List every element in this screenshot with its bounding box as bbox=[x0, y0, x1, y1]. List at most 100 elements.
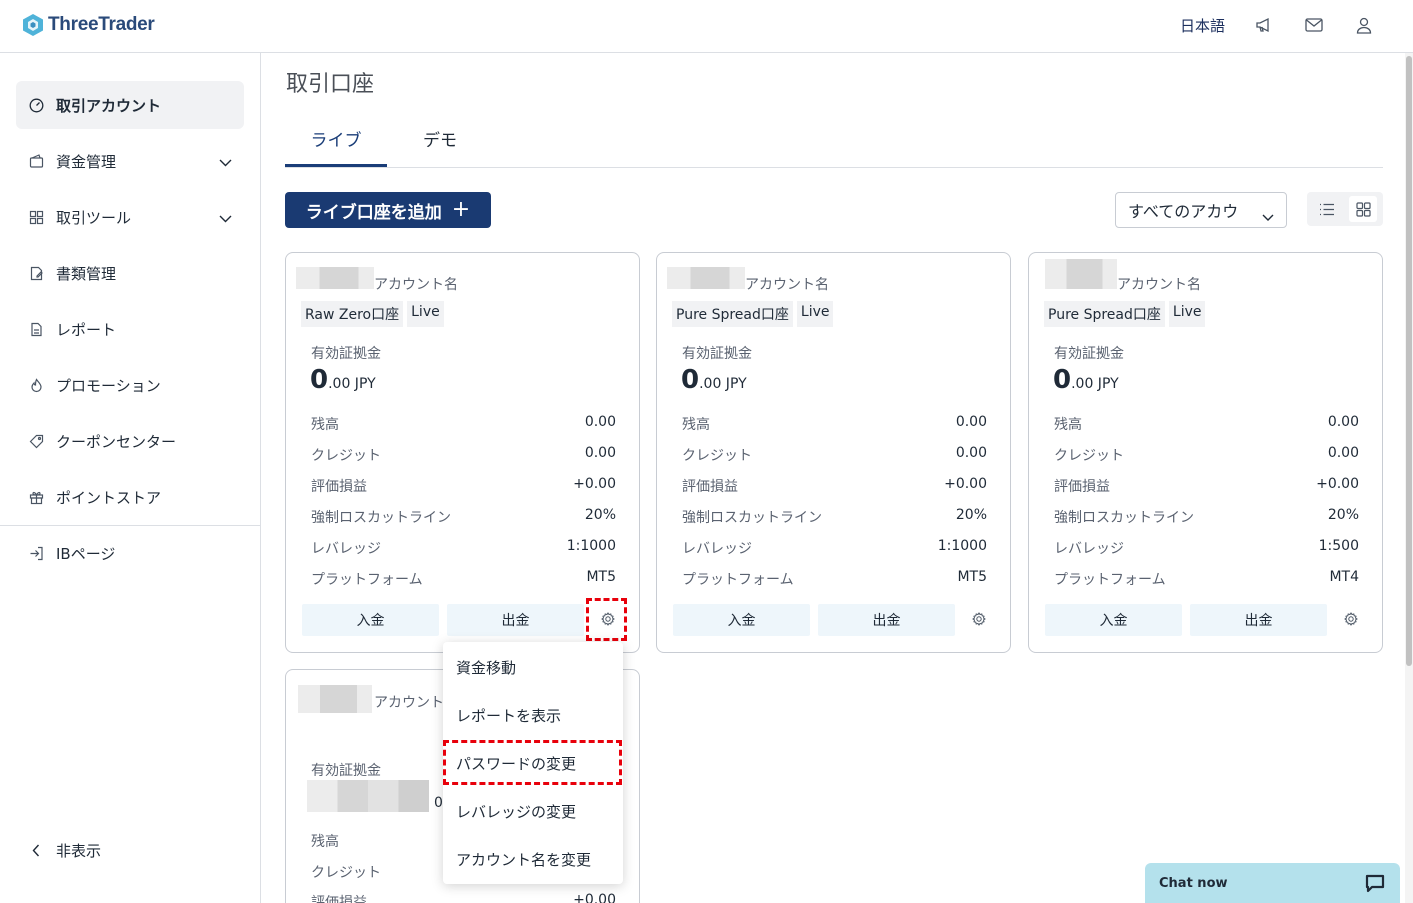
account-status-badge: Live bbox=[407, 301, 444, 327]
menu-item-rename-account[interactable]: アカウント名を変更 bbox=[456, 849, 591, 870]
account-name-label: アカウント名 bbox=[745, 277, 829, 293]
equity-value: 0.00 JPY bbox=[1053, 365, 1119, 395]
fire-icon bbox=[28, 377, 44, 393]
megaphone-icon[interactable] bbox=[1253, 14, 1275, 36]
sidebar-item-reports[interactable]: レポート bbox=[16, 305, 244, 353]
account-type-badge: Raw Zero口座 bbox=[301, 301, 404, 327]
sidebar-item-label: 取引アカウント bbox=[56, 96, 162, 115]
sidebar-item-documents[interactable]: 書類管理 bbox=[16, 249, 244, 297]
account-card: アカウント名 Pure Spread口座 Live 有効証拠金 0.00 JPY… bbox=[656, 252, 1011, 653]
login-arrow-icon bbox=[28, 545, 44, 561]
language-selector[interactable]: 日本語 bbox=[1180, 15, 1225, 36]
chevron-down-icon[interactable] bbox=[219, 153, 232, 171]
balance-row: 残高 0.00 bbox=[682, 414, 987, 433]
leverage-row: レバレッジ 1:1000 bbox=[682, 538, 987, 557]
pnl-row: 評価損益 +0.00 bbox=[311, 476, 616, 495]
tab-demo[interactable]: デモ bbox=[423, 126, 457, 167]
credit-row: クレジット 0.00 bbox=[682, 445, 987, 464]
add-live-account-button[interactable]: ライブ口座を追加 + bbox=[285, 192, 491, 228]
leverage-row: レバレッジ 1:500 bbox=[1054, 538, 1359, 557]
platform-row: プラットフォーム MT5 bbox=[682, 569, 987, 588]
chevron-left-icon bbox=[28, 842, 44, 858]
menu-item-fund-transfer[interactable]: 資金移動 bbox=[456, 657, 516, 678]
balance-row: 残高 0.00 bbox=[1054, 414, 1359, 433]
account-card: アカウント名 Pure Spread口座 Live 有効証拠金 0.00 JPY… bbox=[1028, 252, 1383, 653]
account-card: アカウント名 Raw Zero口座 Live 有効証拠金 0.00 JPY 残高… bbox=[285, 252, 640, 653]
balance-row: 残高 0.00 bbox=[311, 414, 616, 433]
chevron-down-icon bbox=[1262, 206, 1274, 225]
user-icon[interactable] bbox=[1353, 14, 1375, 36]
pnl-row: 評価損益 +0.00 bbox=[1054, 476, 1359, 495]
blurred-account-number bbox=[1045, 259, 1117, 289]
report-icon bbox=[28, 321, 44, 337]
equity-label: 有効証拠金 bbox=[682, 346, 752, 362]
sidebar-divider bbox=[0, 525, 260, 526]
top-bar: ThreeTrader 日本語 bbox=[0, 0, 1413, 53]
deposit-button[interactable]: 入金 bbox=[673, 604, 810, 636]
chat-now-button[interactable]: Chat now bbox=[1145, 863, 1400, 903]
menu-item-change-leverage[interactable]: レバレッジの変更 bbox=[456, 801, 576, 822]
withdraw-button[interactable]: 出金 bbox=[818, 604, 955, 636]
credit-row: クレジット 0.00 bbox=[1054, 445, 1359, 464]
sidebar-item-funds[interactable]: 資金管理 bbox=[16, 137, 244, 185]
mail-icon[interactable] bbox=[1303, 14, 1325, 36]
sidebar-item-trading-tools[interactable]: 取引ツール bbox=[16, 193, 244, 241]
gear-icon[interactable] bbox=[1343, 611, 1359, 627]
sidebar-item-coupon-center[interactable]: クーポンセンター bbox=[16, 417, 244, 465]
blurred-account-number bbox=[296, 267, 374, 289]
tools-icon bbox=[28, 209, 44, 225]
document-icon bbox=[28, 265, 44, 281]
credit-row: クレジット 0.00 bbox=[311, 445, 616, 464]
gift-icon bbox=[28, 489, 44, 505]
account-filter-value: すべてのアカウ bbox=[1128, 202, 1239, 221]
page-title: 取引口座 bbox=[286, 72, 375, 97]
stopout-row: 強制ロスカットライン 20% bbox=[311, 507, 616, 526]
equity-label: 有効証拠金 bbox=[311, 763, 381, 779]
sidebar-item-trading-accounts[interactable]: 取引アカウント bbox=[16, 81, 244, 129]
sidebar-hide-label: 非表示 bbox=[56, 841, 102, 860]
blurred-equity bbox=[307, 780, 429, 812]
chevron-down-icon[interactable] bbox=[219, 209, 232, 227]
equity-label: 有効証拠金 bbox=[311, 346, 381, 362]
withdraw-button[interactable]: 出金 bbox=[447, 604, 584, 636]
deposit-button[interactable]: 入金 bbox=[302, 604, 439, 636]
sidebar-item-label: ポイントストア bbox=[56, 488, 162, 507]
brand-name: ThreeTrader bbox=[48, 14, 155, 35]
platform-row: プラットフォーム MT5 bbox=[311, 569, 616, 588]
scrollbar-thumb[interactable] bbox=[1406, 56, 1412, 666]
deposit-button[interactable]: 入金 bbox=[1045, 604, 1182, 636]
menu-item-view-report[interactable]: レポートを表示 bbox=[456, 705, 561, 726]
sidebar-item-ib-page[interactable]: IBページ bbox=[16, 529, 244, 577]
sidebar-hide-button[interactable]: 非表示 bbox=[16, 826, 244, 874]
equity-value: 0.00 JPY bbox=[681, 365, 747, 395]
tab-live[interactable]: ライブ bbox=[285, 126, 387, 167]
account-tabs: ライブ デモ bbox=[285, 118, 1383, 168]
account-filter-select[interactable]: すべてのアカウ bbox=[1115, 192, 1287, 228]
account-status-badge: Live bbox=[1168, 301, 1206, 327]
withdraw-button[interactable]: 出金 bbox=[1190, 604, 1327, 636]
gear-highlight bbox=[586, 598, 627, 641]
account-type-badge: Pure Spread口座 bbox=[672, 301, 793, 327]
equity-value: 0.00 JPY bbox=[310, 365, 376, 395]
stopout-row: 強制ロスカットライン 20% bbox=[682, 507, 987, 526]
equity-partial: 0 bbox=[434, 795, 443, 811]
password-highlight bbox=[443, 740, 622, 785]
chat-bubble-icon bbox=[1364, 872, 1386, 898]
pnl-row: 評価損益 +0.00 bbox=[311, 892, 616, 903]
sidebar: 取引アカウント 資金管理 取引ツール 書類管理 レポート プロモーション クーポ… bbox=[0, 53, 261, 903]
sidebar-item-point-store[interactable]: ポイントストア bbox=[16, 473, 244, 521]
platform-row: プラットフォーム MT4 bbox=[1054, 569, 1359, 588]
gear-icon[interactable] bbox=[971, 611, 987, 627]
equity-label: 有効証拠金 bbox=[1054, 346, 1124, 362]
plus-icon: + bbox=[451, 197, 471, 222]
account-name-label: アカウント名 bbox=[374, 277, 458, 293]
sidebar-item-label: クーポンセンター bbox=[56, 432, 177, 451]
grid-view-icon[interactable] bbox=[1349, 196, 1377, 222]
account-name-label: アカウント bbox=[374, 695, 444, 711]
chat-now-label: Chat now bbox=[1159, 875, 1228, 891]
threetrader-logo-icon bbox=[23, 14, 43, 36]
list-view-icon[interactable] bbox=[1313, 196, 1341, 222]
brand-logo[interactable]: ThreeTrader bbox=[22, 13, 155, 37]
account-status-badge: Live bbox=[796, 301, 834, 327]
sidebar-item-promotions[interactable]: プロモーション bbox=[16, 361, 244, 409]
